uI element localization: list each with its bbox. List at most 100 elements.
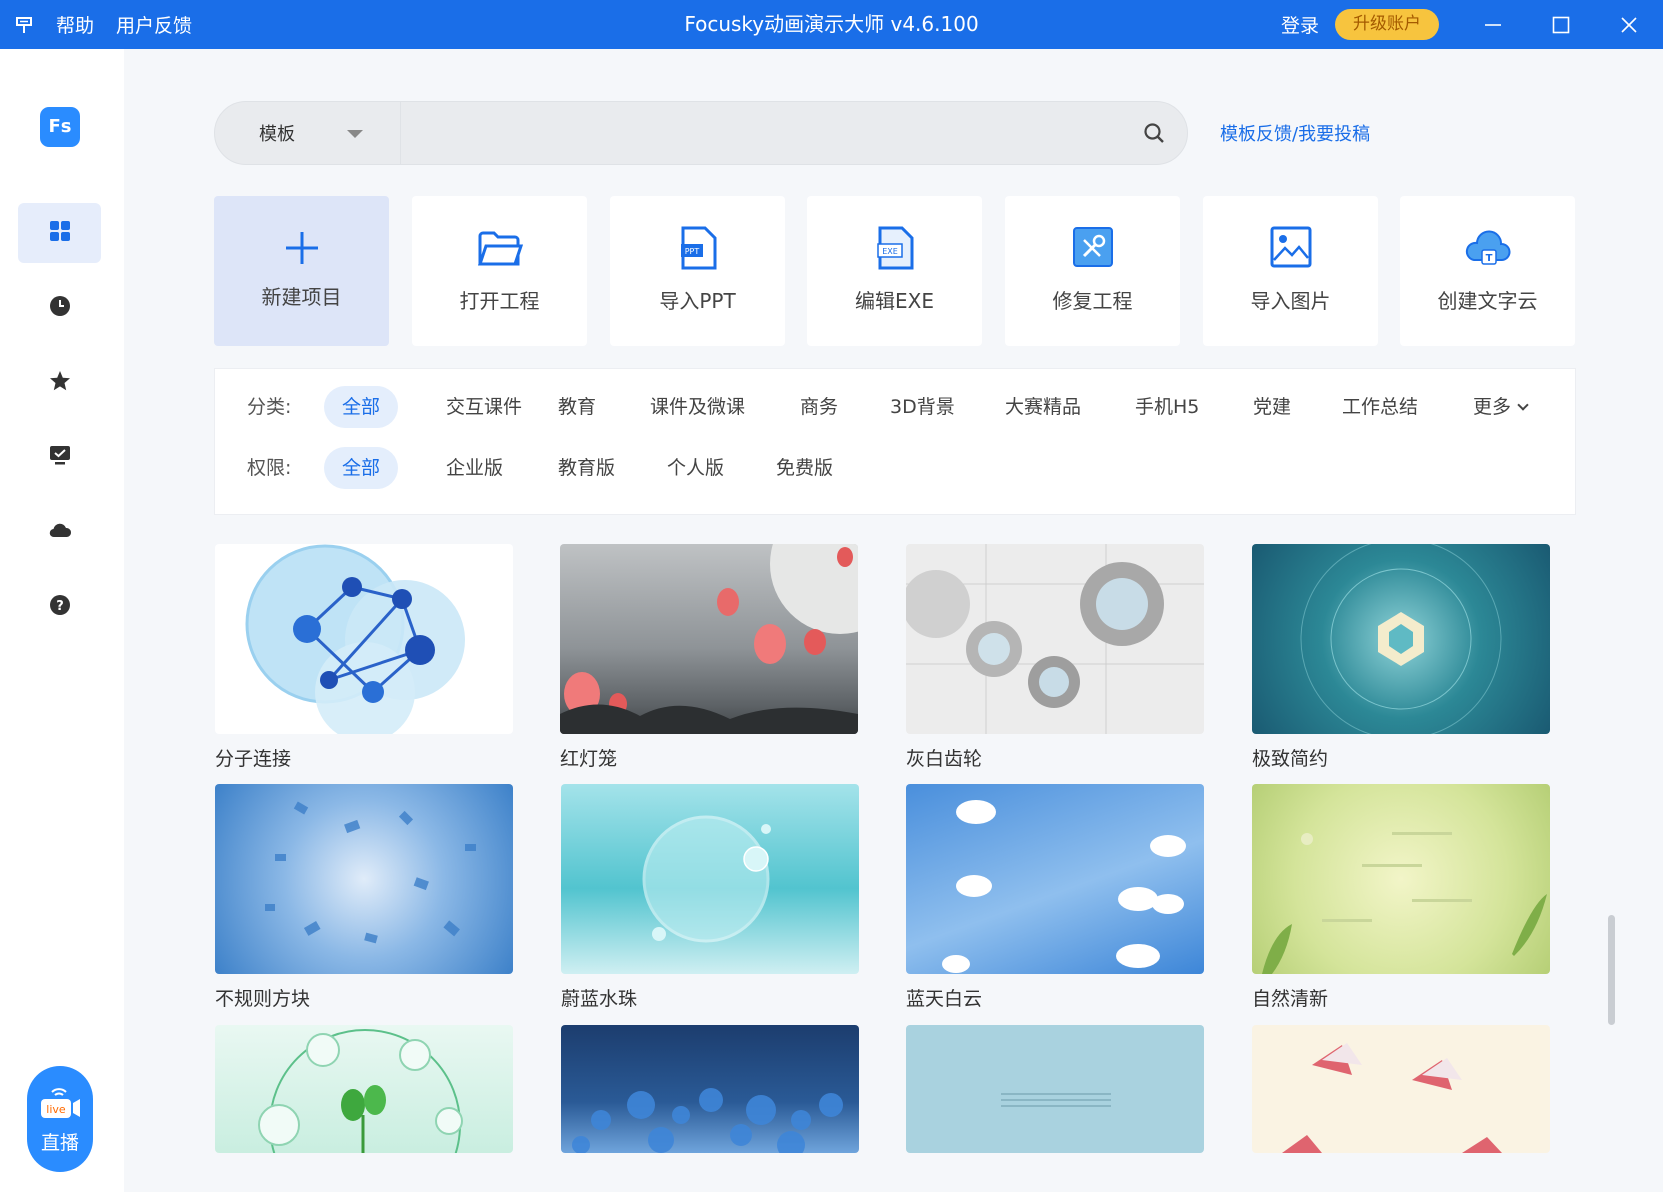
category-row: 分类: 全部 交互课件 教育 课件及微课 商务 3D背景 大赛精品 手机H5 党… — [215, 386, 1577, 428]
category-chip[interactable]: 大赛精品 — [987, 386, 1099, 428]
template-thumbnail — [1252, 784, 1550, 974]
history-icon — [49, 295, 71, 321]
template-card[interactable]: 红灯笼 — [560, 544, 858, 771]
upgrade-button[interactable]: 升级账户 — [1335, 9, 1439, 40]
template-card[interactable] — [906, 1025, 1204, 1163]
category-chip[interactable]: 课件及微课 — [632, 386, 763, 428]
sidebar-item-help[interactable]: ? — [18, 577, 101, 637]
image-icon — [1203, 226, 1378, 270]
permission-label: 权限: — [247, 457, 292, 479]
help-icon: ? — [49, 594, 71, 620]
pin-icon[interactable] — [14, 15, 34, 35]
template-card[interactable]: 蓝天白云 — [906, 784, 1204, 1011]
category-chip[interactable]: 商务 — [782, 386, 856, 428]
template-thumbnail — [906, 1025, 1204, 1153]
template-card[interactable] — [1252, 1025, 1550, 1163]
sidebar-item-favorites[interactable] — [18, 353, 101, 413]
star-icon — [49, 370, 71, 396]
category-chip[interactable]: 3D背景 — [872, 386, 973, 428]
svg-text:?: ? — [56, 599, 64, 614]
permission-chip[interactable]: 免费版 — [758, 447, 851, 489]
category-chip[interactable]: 党建 — [1235, 386, 1309, 428]
category-chip[interactable]: 手机H5 — [1117, 386, 1217, 428]
category-chip[interactable]: 工作总结 — [1324, 386, 1436, 428]
template-thumbnail — [906, 544, 1204, 734]
template-feedback-link[interactable]: 模板反馈/我要投稿 — [1220, 120, 1370, 146]
category-label: 分类: — [247, 396, 292, 418]
permission-chip[interactable]: 教育版 — [540, 447, 633, 489]
title-bar: 帮助 用户反馈 Focusky动画演示大师 v4.6.100 登录 升级账户 — [0, 0, 1663, 49]
cloud-icon — [48, 520, 72, 544]
template-title: 蓝天白云 — [906, 988, 983, 1010]
maximize-icon[interactable] — [1527, 0, 1595, 49]
caret-down-icon — [347, 130, 363, 138]
sidebar-item-presentations[interactable] — [18, 427, 101, 487]
repair-project-button[interactable]: 修复工程 — [1005, 196, 1180, 346]
template-thumbnail — [561, 784, 859, 974]
category-chip[interactable]: 全部 — [324, 386, 399, 428]
repair-icon — [1005, 226, 1180, 270]
template-card[interactable]: 不规则方块 — [215, 784, 513, 1011]
close-icon[interactable] — [1595, 0, 1663, 49]
open-project-button[interactable]: 打开工程 — [412, 196, 587, 346]
import-image-button[interactable]: 导入图片 — [1203, 196, 1378, 346]
action-label: 创建文字云 — [1437, 289, 1538, 313]
exe-file-icon: EXE — [807, 226, 982, 270]
title-bar-right: 登录 升级账户 — [1281, 0, 1663, 49]
category-chip[interactable]: 教育 — [540, 386, 614, 428]
action-label: 编辑EXE — [855, 289, 934, 313]
template-thumbnail — [1252, 1025, 1550, 1153]
sidebar-item-history[interactable] — [18, 278, 101, 338]
template-thumbnail — [560, 544, 858, 734]
template-card[interactable]: 极致简约 — [1252, 544, 1550, 771]
template-thumbnail — [215, 544, 513, 734]
create-word-cloud-button[interactable]: T 创建文字云 — [1400, 196, 1575, 346]
template-card[interactable] — [561, 1025, 859, 1163]
filter-panel: 分类: 全部 交互课件 教育 课件及微课 商务 3D背景 大赛精品 手机H5 党… — [214, 368, 1576, 515]
template-card[interactable]: 自然清新 — [1252, 784, 1550, 1011]
template-thumbnail — [1252, 544, 1550, 734]
template-thumbnail — [215, 1025, 513, 1153]
action-label: 新建项目 — [261, 285, 342, 309]
template-title: 自然清新 — [1252, 988, 1329, 1010]
template-title: 蔚蓝水珠 — [561, 988, 638, 1010]
search-scope-select[interactable]: 模板 — [215, 102, 401, 164]
template-title: 分子连接 — [215, 748, 292, 770]
more-categories-button[interactable]: 更多 — [1455, 386, 1545, 428]
ppt-file-icon: PPT — [610, 226, 785, 270]
menu-feedback[interactable]: 用户反馈 — [116, 11, 192, 38]
menu-help[interactable]: 帮助 — [56, 11, 94, 38]
sidebar-item-cloud[interactable] — [18, 502, 101, 562]
category-chip[interactable]: 交互课件 — [428, 386, 540, 428]
sidebar-item-home[interactable] — [18, 203, 101, 263]
template-card[interactable]: 蔚蓝水珠 — [561, 784, 859, 1011]
cloud-text-icon: T — [1400, 226, 1575, 270]
minimize-icon[interactable] — [1459, 0, 1527, 49]
login-button[interactable]: 登录 — [1281, 11, 1319, 38]
permission-chip[interactable]: 全部 — [324, 447, 399, 489]
folder-icon — [412, 226, 587, 270]
edit-exe-button[interactable]: EXE 编辑EXE — [807, 196, 982, 346]
search-icon[interactable] — [1143, 122, 1167, 146]
template-card[interactable] — [215, 1025, 513, 1163]
live-button[interactable]: live 直播 — [27, 1066, 93, 1172]
plus-icon — [214, 226, 389, 270]
live-camera-icon: live — [27, 1086, 93, 1120]
template-card[interactable]: 分子连接 — [215, 544, 513, 771]
template-title: 红灯笼 — [560, 748, 618, 770]
permission-chip[interactable]: 企业版 — [428, 447, 521, 489]
template-card[interactable]: 灰白齿轮 — [906, 544, 1204, 771]
live-label: 直播 — [40, 1132, 79, 1154]
action-label: 修复工程 — [1052, 289, 1133, 313]
search-input[interactable] — [405, 110, 1105, 156]
template-thumbnail — [215, 784, 513, 974]
scrollbar[interactable] — [1608, 915, 1615, 1025]
live-badge: live — [46, 1103, 66, 1116]
import-ppt-button[interactable]: PPT 导入PPT — [610, 196, 785, 346]
action-label: 导入PPT — [659, 289, 736, 313]
more-label: 更多 — [1473, 396, 1512, 418]
app-logo: Fs — [40, 107, 80, 147]
template-title: 不规则方块 — [215, 988, 311, 1010]
permission-chip[interactable]: 个人版 — [649, 447, 742, 489]
new-project-button[interactable]: 新建项目 — [214, 196, 389, 346]
